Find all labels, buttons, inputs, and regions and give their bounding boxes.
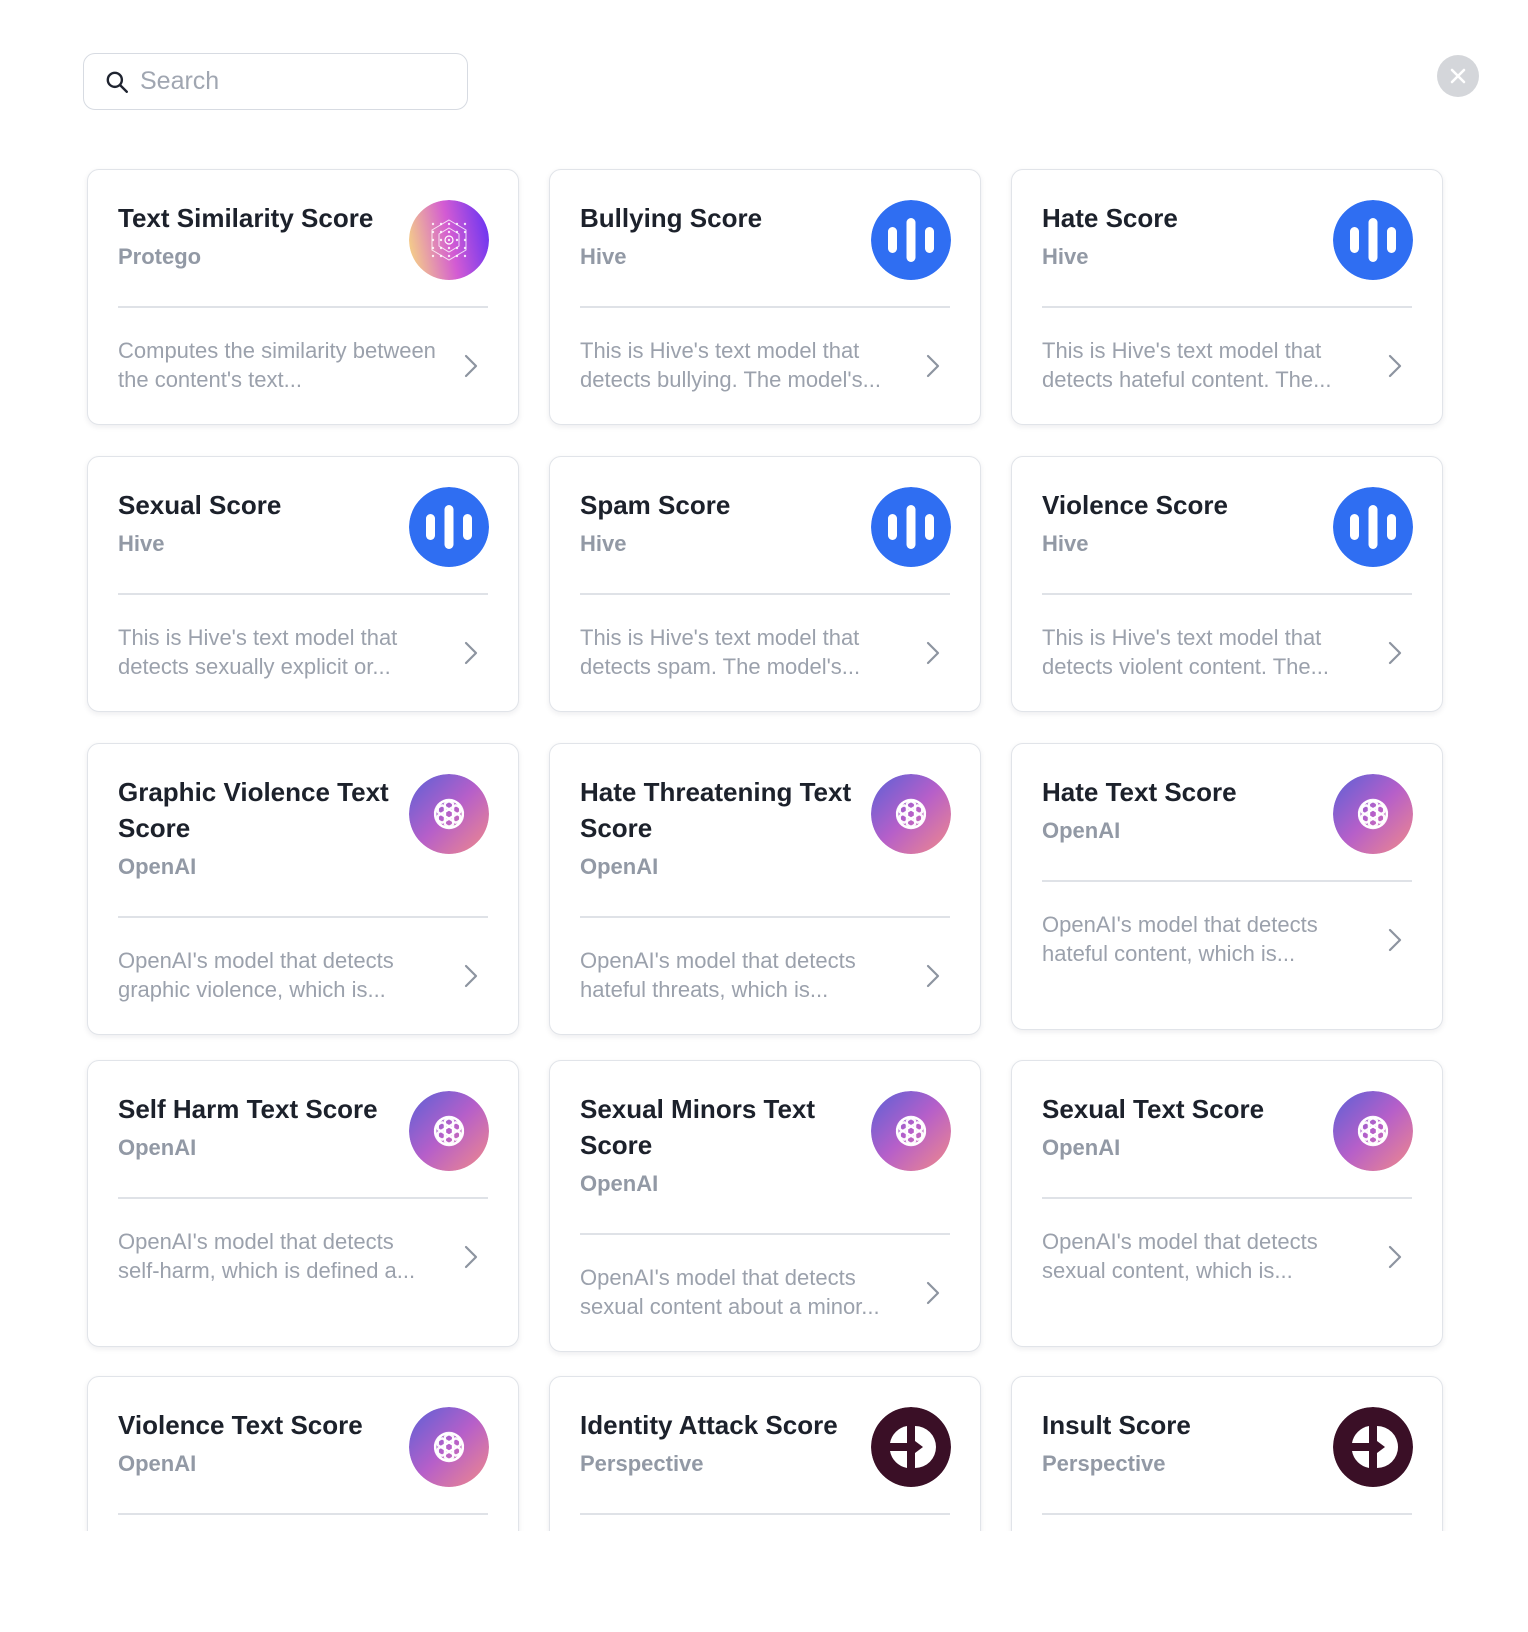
card-title: Hate Score — [1042, 203, 1178, 233]
openai-logo-icon — [871, 1091, 951, 1171]
card-description: OpenAI's model that detects hateful cont… — [1042, 912, 1318, 966]
model-picker-page: Text Similarity Score Protego Computes t… — [0, 0, 1528, 1632]
model-card[interactable]: Insult Score Perspective — [1011, 1376, 1443, 1531]
openai-logo-icon — [409, 1091, 489, 1171]
model-card[interactable]: Hate Text Score OpenAI OpenAI's model th… — [1011, 743, 1443, 1030]
card-title: Bullying Score — [580, 203, 763, 233]
model-card[interactable]: Spam Score Hive This is Hive's text mode… — [549, 456, 981, 712]
chevron-right-icon[interactable] — [1386, 353, 1404, 379]
openai-logo-icon — [1333, 774, 1413, 854]
card-vendor: OpenAI — [118, 854, 197, 879]
model-card[interactable]: Violence Score Hive This is Hive's text … — [1011, 456, 1443, 712]
model-card[interactable]: Identity Attack Score Perspective — [549, 1376, 981, 1531]
card-title: Text Similarity Score — [118, 203, 374, 233]
card-description: This is Hive's text model that detects v… — [1042, 625, 1329, 679]
model-card[interactable]: Sexual Score Hive This is Hive's text mo… — [87, 456, 519, 712]
model-card[interactable]: Graphic Violence Text Score OpenAI OpenA… — [87, 743, 519, 1035]
model-card[interactable]: Text Similarity Score Protego Computes t… — [87, 169, 519, 425]
chevron-right-icon[interactable] — [462, 353, 480, 379]
chevron-right-icon[interactable] — [462, 963, 480, 989]
card-title: Hate Text Score — [1042, 777, 1237, 807]
card-description: This is Hive's text model that detects s… — [580, 625, 861, 679]
card-title: Graphic Violence Text Score — [118, 777, 389, 843]
openai-logo-icon — [1333, 1091, 1413, 1171]
perspective-logo-icon — [871, 1407, 951, 1487]
card-title: Hate Threatening Text Score — [580, 777, 852, 843]
card-description: OpenAI's model that detects sexual conte… — [1042, 1229, 1318, 1283]
chevron-right-icon[interactable] — [1386, 927, 1404, 953]
openai-logo-icon — [409, 774, 489, 854]
chevron-right-icon[interactable] — [924, 963, 942, 989]
card-divider — [1042, 1513, 1412, 1515]
openai-logo-icon — [409, 1407, 489, 1487]
card-divider — [580, 1513, 950, 1515]
card-description: This is Hive's text model that detects b… — [580, 338, 881, 392]
model-card[interactable]: Sexual Text Score OpenAI OpenAI's model … — [1011, 1060, 1443, 1347]
chevron-right-icon[interactable] — [462, 1244, 480, 1270]
card-divider — [118, 1513, 488, 1515]
model-card[interactable]: Bullying Score Hive This is Hive's text … — [549, 169, 981, 425]
card-description: Computes the similarity between the cont… — [118, 338, 436, 392]
model-card[interactable]: Sexual Minors Text Score OpenAI OpenAI's… — [549, 1060, 981, 1352]
model-card[interactable]: Self Harm Text Score OpenAI OpenAI's mod… — [87, 1060, 519, 1347]
card-title: Sexual Minors Text Score — [580, 1094, 816, 1160]
card-description: This is Hive's text model that detects h… — [1042, 338, 1332, 392]
card-title: Identity Attack Score — [580, 1410, 838, 1440]
card-title: Spam Score — [580, 490, 731, 520]
chevron-right-icon[interactable] — [924, 353, 942, 379]
card-description: OpenAI's model that detects self-harm, w… — [118, 1229, 416, 1283]
openai-logo-icon — [871, 774, 951, 854]
perspective-logo-icon — [1333, 1407, 1413, 1487]
card-title: Sexual Text Score — [1042, 1094, 1265, 1124]
card-title: Violence Text Score — [118, 1410, 363, 1440]
card-description: OpenAI's model that detects graphic viol… — [118, 948, 394, 1002]
model-card[interactable]: Violence Text Score OpenAI — [87, 1376, 519, 1531]
hive-logo-icon — [871, 487, 951, 567]
chevron-right-icon[interactable] — [462, 640, 480, 666]
card-vendor: OpenAI — [580, 1171, 659, 1196]
card-description: This is Hive's text model that detects s… — [118, 625, 398, 679]
model-card[interactable]: Hate Score Hive This is Hive's text mode… — [1011, 169, 1443, 425]
card-title: Sexual Score — [118, 490, 282, 520]
card-title: Self Harm Text Score — [118, 1094, 378, 1124]
model-card-grid: Text Similarity Score Protego Computes t… — [0, 0, 1528, 1531]
chevron-right-icon[interactable] — [924, 1280, 942, 1306]
hive-logo-icon — [871, 200, 951, 280]
protego-logo-icon — [409, 200, 489, 280]
card-title: Violence Score — [1042, 490, 1228, 520]
hive-logo-icon — [409, 487, 489, 567]
hive-logo-icon — [1333, 487, 1413, 567]
chevron-right-icon[interactable] — [1386, 1244, 1404, 1270]
model-card[interactable]: Hate Threatening Text Score OpenAI OpenA… — [549, 743, 981, 1035]
card-description: OpenAI's model that detects hateful thre… — [580, 948, 856, 1002]
card-vendor: OpenAI — [580, 854, 659, 879]
chevron-right-icon[interactable] — [924, 640, 942, 666]
hive-logo-icon — [1333, 200, 1413, 280]
card-title: Insult Score — [1042, 1410, 1191, 1440]
card-description: OpenAI's model that detects sexual conte… — [580, 1265, 880, 1319]
chevron-right-icon[interactable] — [1386, 640, 1404, 666]
